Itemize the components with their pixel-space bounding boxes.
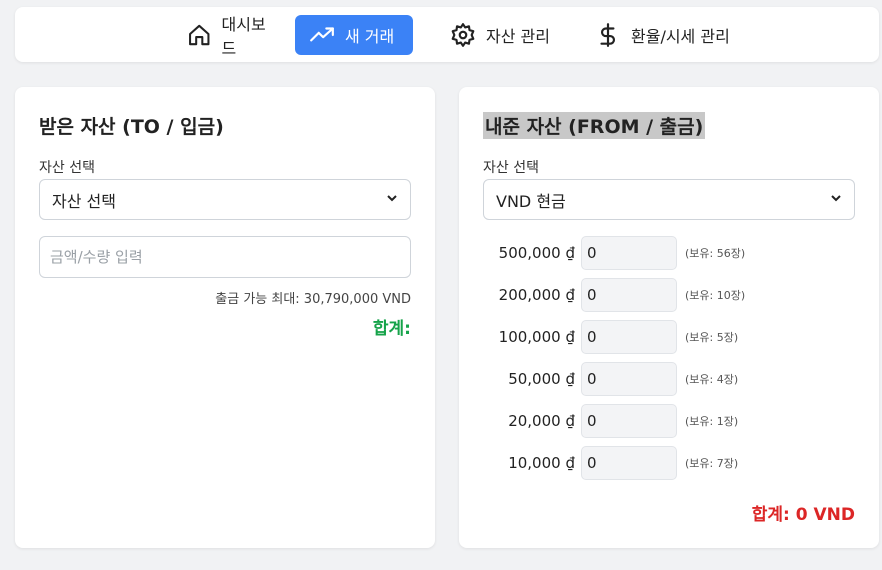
nav-new-trade[interactable]: 새 거래: [295, 15, 413, 55]
nav-asset-management[interactable]: 자산 관리: [436, 15, 566, 55]
to-asset-select-value: 자산 선택: [52, 191, 116, 211]
dollar-icon: [600, 23, 616, 47]
given-asset-card: 내준 자산 (FROM / 출금) 자산 선택 VND 현금 500,000 ₫…: [459, 87, 879, 548]
nav-rates-management-label: 환율/시세 관리: [631, 27, 730, 46]
from-total: 합계: 0 VND: [751, 505, 855, 525]
denomination-row: 500,000 ₫ (보유: 56장): [483, 236, 745, 270]
from-asset-select-value: VND 현금: [496, 191, 566, 211]
nav-asset-management-label: 자산 관리: [486, 27, 550, 46]
to-total: 합계:: [372, 319, 411, 339]
trending-up-icon: [310, 27, 334, 42]
denomination-row: 20,000 ₫ (보유: 1장): [483, 404, 738, 438]
denomination-count-input[interactable]: [581, 320, 677, 354]
denomination-count-input[interactable]: [581, 362, 677, 396]
asset-select-label: 자산 선택: [39, 160, 95, 176]
denomination-label: 50,000 ₫: [508, 370, 575, 388]
home-icon: [189, 24, 210, 46]
nav-rates-management[interactable]: 환율/시세 관리: [581, 15, 751, 55]
denomination-count-input[interactable]: [581, 446, 677, 480]
received-asset-title: 받은 자산 (TO / 입금): [39, 116, 224, 138]
denomination-row: 10,000 ₫ (보유: 7장): [483, 446, 738, 480]
nav-new-trade-label: 새 거래: [345, 27, 395, 46]
denomination-label: 10,000 ₫: [508, 454, 575, 472]
denomination-count-input[interactable]: [581, 236, 677, 270]
from-asset-select[interactable]: VND 현금: [483, 179, 855, 220]
denomination-label: 100,000 ₫: [498, 328, 575, 346]
asset-select-label: 자산 선택: [483, 160, 539, 176]
nav-dashboard[interactable]: 대시보드: [173, 15, 291, 58]
denomination-count-input[interactable]: [581, 404, 677, 438]
denomination-row: 50,000 ₫ (보유: 4장): [483, 362, 738, 396]
chevron-down-icon: [830, 192, 842, 207]
chevron-down-icon: [386, 192, 398, 207]
gear-icon: [451, 23, 475, 47]
denomination-label: 500,000 ₫: [498, 244, 575, 262]
denomination-holding: (보유: 1장): [685, 415, 739, 428]
amount-input[interactable]: [39, 236, 411, 278]
denomination-count-input[interactable]: [581, 278, 677, 312]
denomination-row: 100,000 ₫ (보유: 5장): [483, 320, 738, 354]
top-navigation: 대시보드 새 거래 자산 관리 환율/시세 관리: [15, 7, 879, 62]
denomination-label: 200,000 ₫: [498, 286, 575, 304]
denomination-holding: (보유: 5장): [685, 331, 739, 344]
denomination-holding: (보유: 4장): [685, 373, 739, 386]
to-asset-select[interactable]: 자산 선택: [39, 179, 411, 220]
received-asset-card: 받은 자산 (TO / 입금) 자산 선택 자산 선택 출금 가능 최대: 30…: [15, 87, 435, 548]
given-asset-title: 내준 자산 (FROM / 출금): [483, 112, 706, 139]
denomination-row: 200,000 ₫ (보유: 10장): [483, 278, 745, 312]
max-withdraw-note: 출금 가능 최대: 30,790,000 VND: [215, 292, 411, 307]
denomination-holding: (보유: 56장): [685, 247, 746, 260]
denomination-label: 20,000 ₫: [508, 412, 575, 430]
nav-dashboard-label: 대시보드: [221, 15, 266, 58]
denomination-holding: (보유: 7장): [685, 457, 739, 470]
denomination-holding: (보유: 10장): [685, 289, 746, 302]
